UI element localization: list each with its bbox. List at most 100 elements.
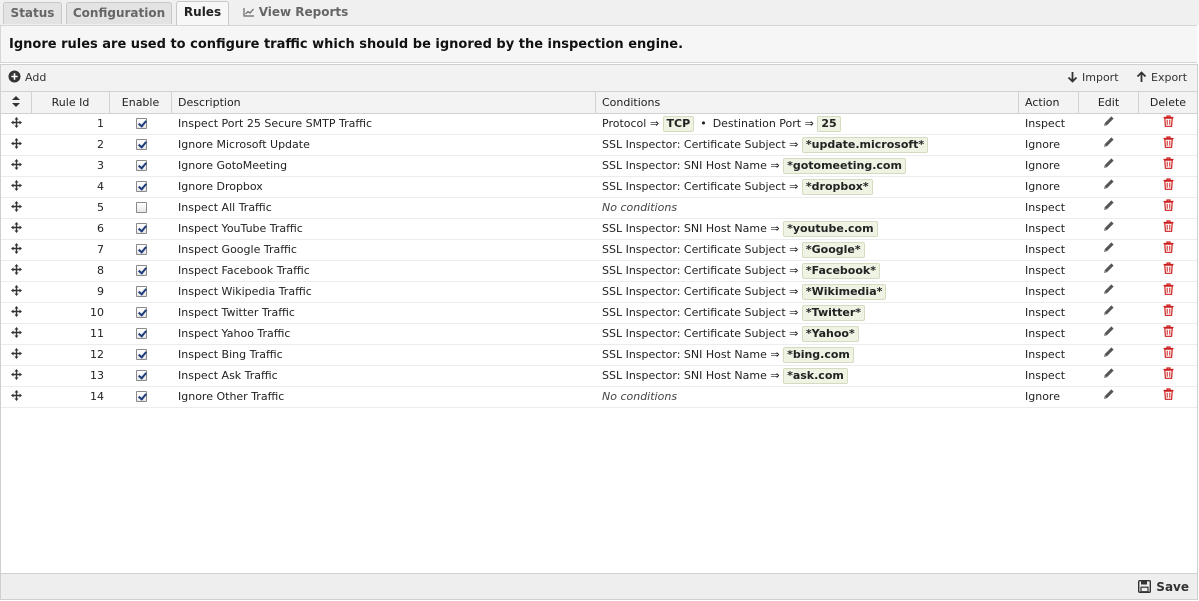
drag-handle[interactable] <box>1 177 32 197</box>
edit-button[interactable] <box>1079 219 1139 239</box>
no-conditions-text: No conditions <box>602 390 678 403</box>
enable-checkbox[interactable] <box>135 391 147 402</box>
drag-handle[interactable] <box>1 198 32 218</box>
delete-button[interactable] <box>1139 387 1197 407</box>
reorder-column-header[interactable] <box>1 92 32 114</box>
edit-button[interactable] <box>1079 303 1139 323</box>
condition-value: TCP <box>662 116 695 132</box>
edit-button[interactable] <box>1079 198 1139 218</box>
action-column-header[interactable]: Action <box>1019 92 1079 114</box>
table-row[interactable]: 8 Inspect Facebook Traffic SSL Inspector: … <box>1 261 1197 282</box>
enable-checkbox[interactable] <box>135 265 147 276</box>
edit-button[interactable] <box>1079 366 1139 386</box>
delete-button[interactable] <box>1139 366 1197 386</box>
drag-handle[interactable] <box>1 219 32 239</box>
drag-handle[interactable] <box>1 345 32 365</box>
drag-handle[interactable] <box>1 387 32 407</box>
table-row[interactable]: 12 Inspect Bing Traffic SSL Inspector: SNI… <box>1 345 1197 366</box>
move-icon <box>11 348 22 359</box>
drag-handle[interactable] <box>1 114 32 134</box>
table-row[interactable]: 2 Ignore Microsoft Update SSL Inspector: C… <box>1 135 1197 156</box>
edit-button[interactable] <box>1079 135 1139 155</box>
enable-checkbox[interactable] <box>135 286 147 297</box>
drag-handle[interactable] <box>1 156 32 176</box>
move-icon <box>11 117 22 128</box>
condition-value: *bing.com <box>783 347 854 363</box>
table-row[interactable]: 14 Ignore Other Traffic No conditions Ignor… <box>1 387 1197 408</box>
edit-button[interactable] <box>1079 345 1139 365</box>
import-button[interactable]: Import <box>1067 69 1119 87</box>
add-button[interactable]: Add <box>8 69 46 87</box>
export-button[interactable]: Export <box>1136 69 1187 87</box>
delete-button[interactable] <box>1139 261 1197 281</box>
description-cell: Inspect Wikipedia Traffic <box>178 285 312 298</box>
edit-button[interactable] <box>1079 114 1139 134</box>
trash-icon <box>1163 304 1173 316</box>
trash-icon <box>1163 115 1173 127</box>
delete-button[interactable] <box>1139 156 1197 176</box>
description-column-header[interactable]: Description <box>172 92 596 114</box>
delete-button[interactable] <box>1139 135 1197 155</box>
table-row[interactable]: 10 Inspect Twitter Traffic SSL Inspector: … <box>1 303 1197 324</box>
drag-handle[interactable] <box>1 303 32 323</box>
table-row[interactable]: 13 Inspect Ask Traffic SSL Inspector: SNI … <box>1 366 1197 387</box>
edit-button[interactable] <box>1079 261 1139 281</box>
rule-id-cell: 11 <box>90 327 104 340</box>
save-button[interactable]: Save <box>1138 578 1189 596</box>
enable-checkbox[interactable] <box>135 118 147 129</box>
enable-cell <box>110 156 172 176</box>
arrow-down-icon <box>1067 72 1078 83</box>
enable-cell <box>110 324 172 344</box>
conditions-column-header[interactable]: Conditions <box>596 92 1019 114</box>
edit-button[interactable] <box>1079 177 1139 197</box>
edit-button[interactable] <box>1079 324 1139 344</box>
delete-button[interactable] <box>1139 303 1197 323</box>
table-row[interactable]: 3 Ignore GotoMeeting SSL Inspector: SNI Ho… <box>1 156 1197 177</box>
pencil-icon <box>1104 305 1114 315</box>
delete-button[interactable] <box>1139 114 1197 134</box>
drag-handle[interactable] <box>1 282 32 302</box>
table-row[interactable]: 7 Inspect Google Traffic SSL Inspector: Ce… <box>1 240 1197 261</box>
delete-button[interactable] <box>1139 282 1197 302</box>
drag-handle[interactable] <box>1 324 32 344</box>
drag-handle[interactable] <box>1 366 32 386</box>
tab-view-reports[interactable]: View Reports <box>238 2 353 24</box>
delete-button[interactable] <box>1139 198 1197 218</box>
enable-checkbox[interactable] <box>135 223 147 234</box>
delete-button[interactable] <box>1139 219 1197 239</box>
table-row[interactable]: 6 Inspect YouTube Traffic SSL Inspector: S… <box>1 219 1197 240</box>
conditions-cell: SSL Inspector: Certificate Subject ⇒ *Wi… <box>596 282 1019 302</box>
delete-button[interactable] <box>1139 177 1197 197</box>
enable-checkbox[interactable] <box>135 307 147 318</box>
table-row[interactable]: 4 Ignore Dropbox SSL Inspector: Certificat… <box>1 177 1197 198</box>
table-row[interactable]: 1 Inspect Port 25 Secure SMTP Traffic Prot… <box>1 114 1197 135</box>
trash-icon <box>1163 241 1173 253</box>
enable-checkbox[interactable] <box>135 370 147 381</box>
edit-button[interactable] <box>1079 282 1139 302</box>
delete-button[interactable] <box>1139 240 1197 260</box>
enable-checkbox[interactable] <box>135 202 147 213</box>
edit-button[interactable] <box>1079 240 1139 260</box>
table-row[interactable]: 9 Inspect Wikipedia Traffic SSL Inspector:… <box>1 282 1197 303</box>
tab-status[interactable]: Status <box>3 2 62 24</box>
delete-button[interactable] <box>1139 345 1197 365</box>
enable-checkbox[interactable] <box>135 244 147 255</box>
tab-rules[interactable]: Rules <box>176 1 229 25</box>
drag-handle[interactable] <box>1 240 32 260</box>
enable-column-header[interactable]: Enable <box>110 92 172 114</box>
edit-button[interactable] <box>1079 156 1139 176</box>
table-row[interactable]: 5 Inspect All Traffic No conditions Inspect <box>1 198 1197 219</box>
tab-configuration[interactable]: Configuration <box>66 2 172 24</box>
enable-checkbox[interactable] <box>135 328 147 339</box>
enable-cell <box>110 198 172 218</box>
edit-button[interactable] <box>1079 387 1139 407</box>
delete-button[interactable] <box>1139 324 1197 344</box>
enable-checkbox[interactable] <box>135 160 147 171</box>
enable-checkbox[interactable] <box>135 139 147 150</box>
table-row[interactable]: 11 Inspect Yahoo Traffic SSL Inspector: Ce… <box>1 324 1197 345</box>
rule-id-column-header[interactable]: Rule Id <box>32 92 110 114</box>
drag-handle[interactable] <box>1 135 32 155</box>
enable-checkbox[interactable] <box>135 349 147 360</box>
enable-checkbox[interactable] <box>135 181 147 192</box>
drag-handle[interactable] <box>1 261 32 281</box>
